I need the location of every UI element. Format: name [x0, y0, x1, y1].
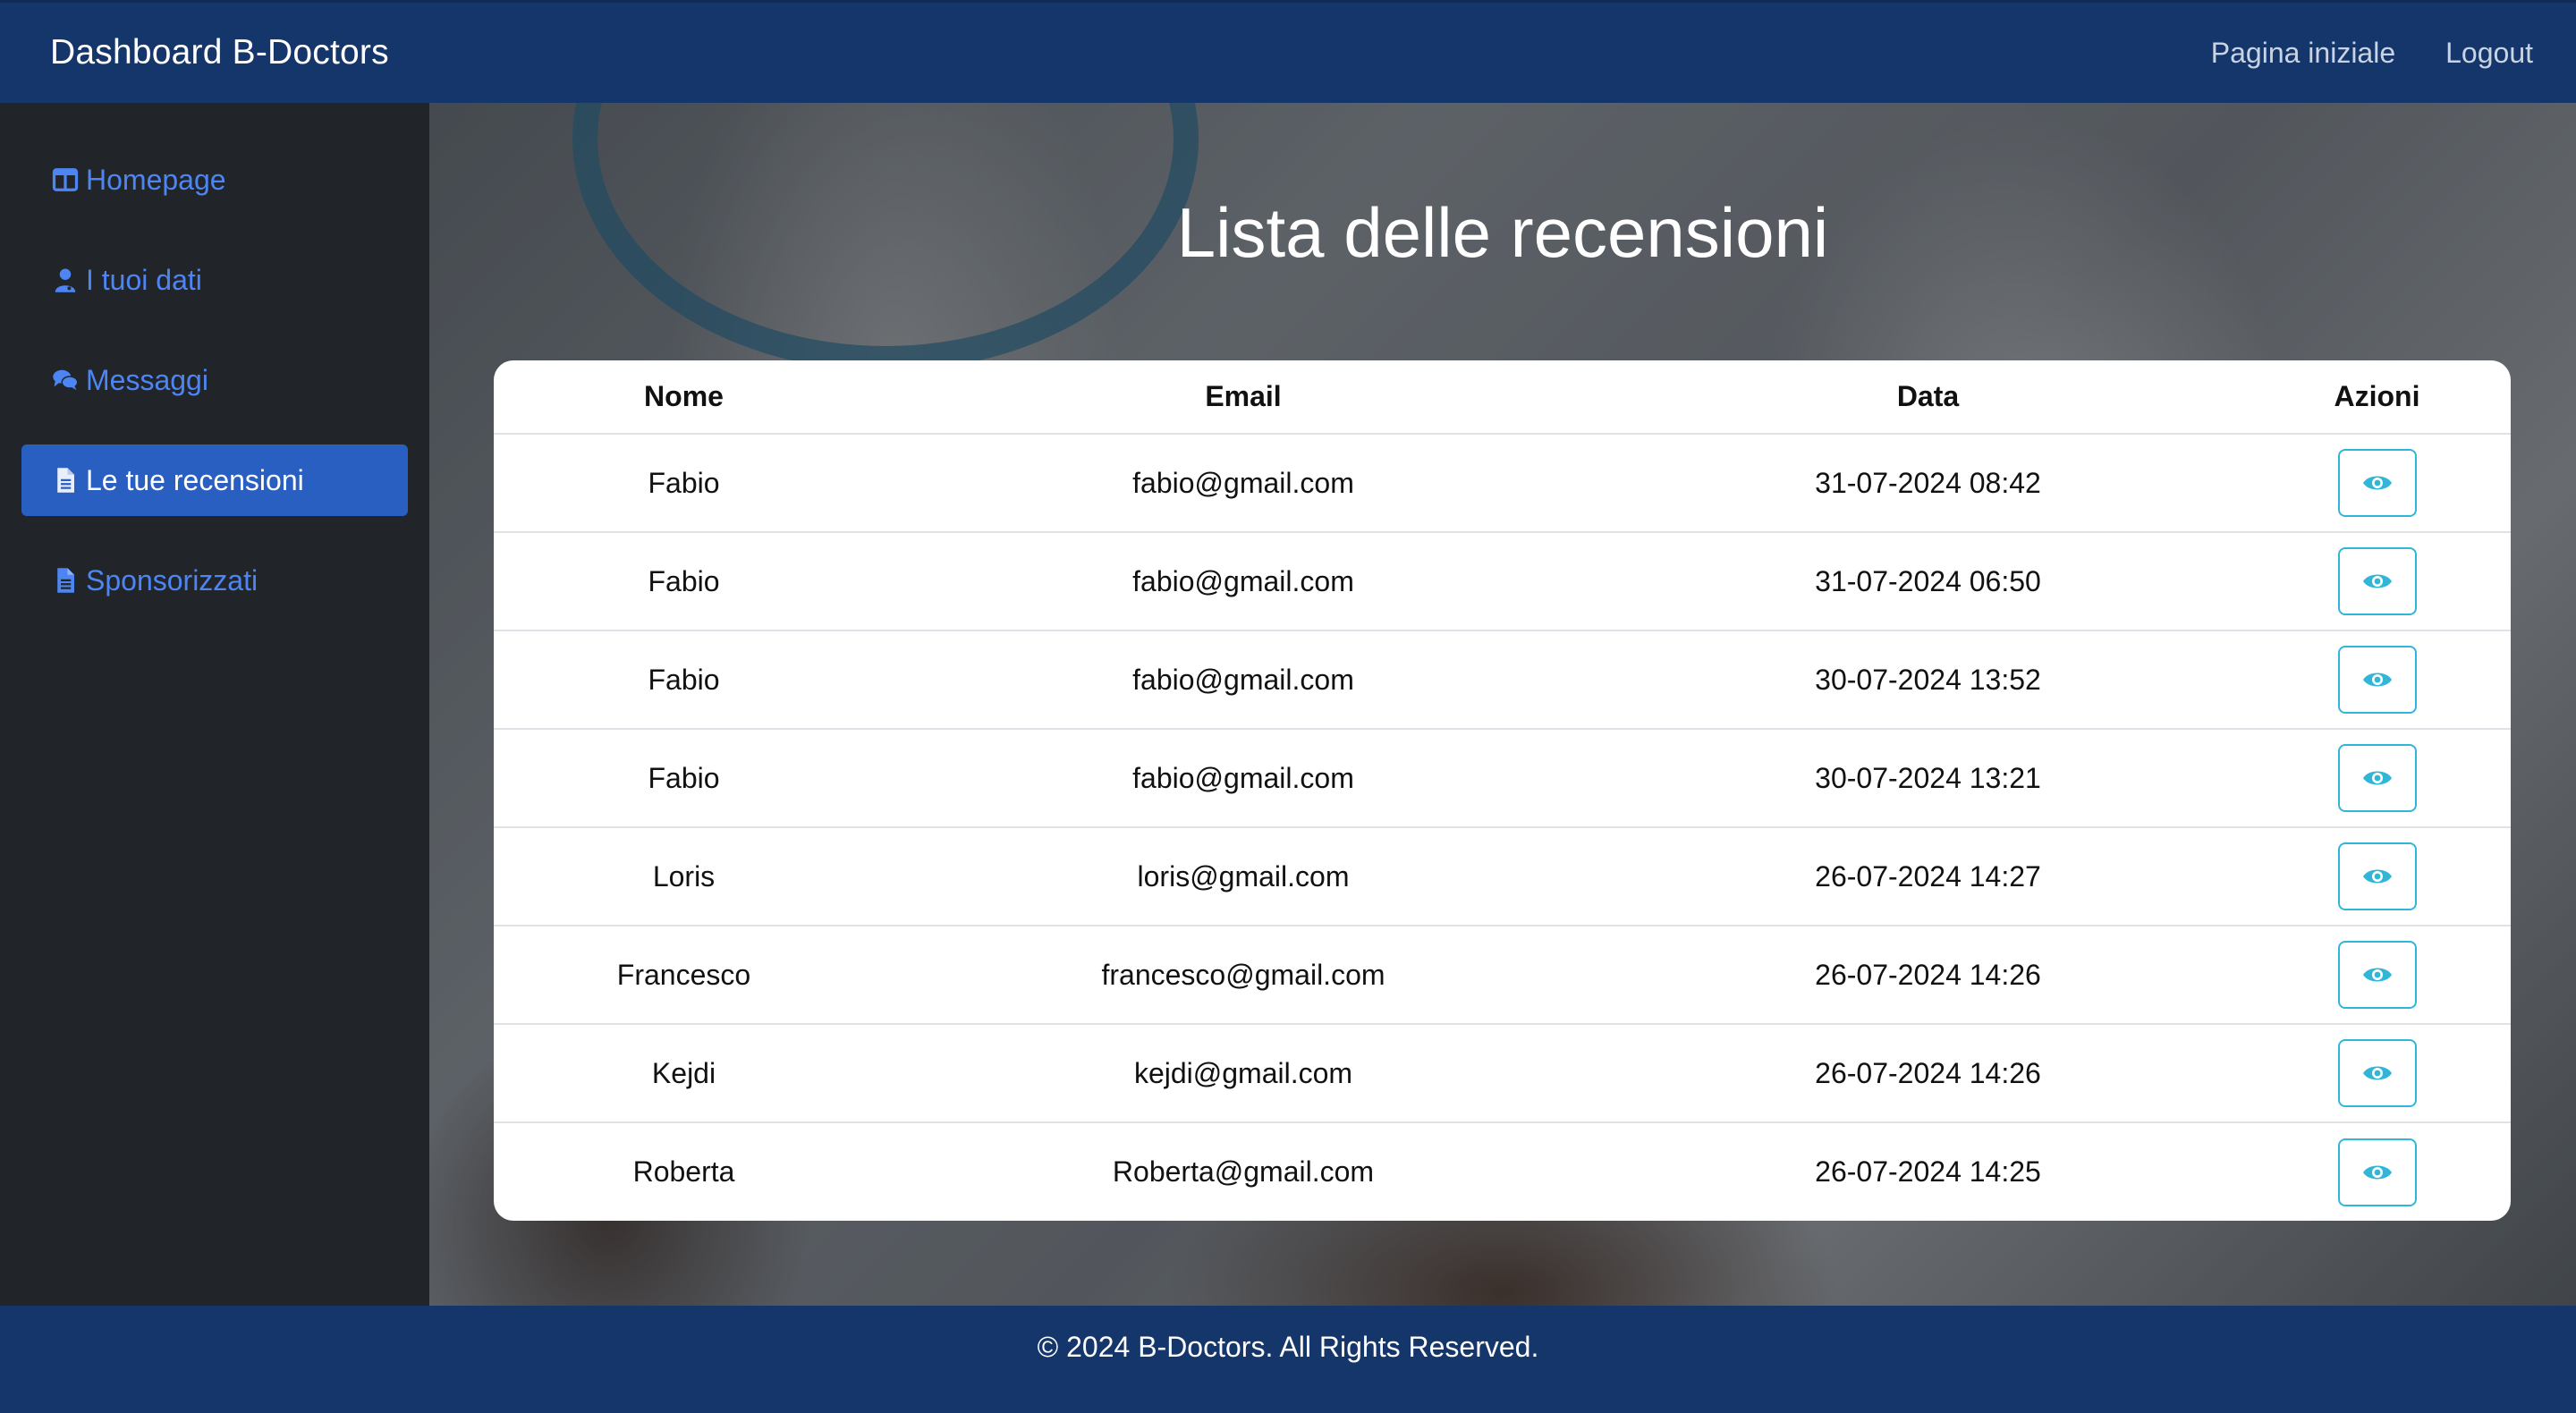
eye-icon — [2362, 1165, 2392, 1179]
sidebar-item-label: I tuoi dati — [86, 263, 202, 296]
file-icon — [50, 465, 80, 495]
footer: © 2024 B-Doctors. All Rights Reserved. — [0, 1306, 2576, 1413]
table-row: Fabio fabio@gmail.com 30-07-2024 13:52 — [494, 630, 2511, 730]
cell-data: 30-07-2024 13:52 — [1613, 630, 2243, 730]
cell-azioni — [2243, 926, 2511, 1025]
cell-data: 26-07-2024 14:26 — [1613, 1024, 2243, 1123]
cell-nome: Loris — [494, 827, 874, 926]
cell-nome: Fabio — [494, 729, 874, 828]
view-review-button[interactable] — [2337, 744, 2417, 812]
cell-email: fabio@gmail.com — [874, 532, 1613, 631]
cell-azioni — [2243, 729, 2511, 828]
cell-azioni — [2243, 827, 2511, 926]
sidebar-item-sponsorizzati[interactable]: Sponsorizzati — [21, 545, 408, 616]
reviews-table: Nome Email Data Azioni Fabio fabio@gmail… — [494, 360, 2511, 1221]
view-review-button[interactable] — [2337, 1039, 2417, 1107]
sidebar: Homepage I tuoi dati Messaggi Le tue rec… — [0, 103, 429, 1306]
table-row: Fabio fabio@gmail.com 31-07-2024 08:42 — [494, 434, 2511, 533]
column-header-data: Data — [1613, 360, 2243, 435]
view-review-button[interactable] — [2337, 547, 2417, 615]
cell-nome: Fabio — [494, 532, 874, 631]
cell-data: 30-07-2024 13:21 — [1613, 729, 2243, 828]
eye-icon — [2362, 1066, 2392, 1080]
columns-icon — [50, 165, 80, 195]
cell-azioni — [2243, 630, 2511, 730]
cell-nome: Francesco — [494, 926, 874, 1025]
view-review-button[interactable] — [2337, 646, 2417, 714]
table-row: Kejdi kejdi@gmail.com 26-07-2024 14:26 — [494, 1024, 2511, 1123]
cell-data: 26-07-2024 14:26 — [1613, 926, 2243, 1025]
sidebar-item-label: Le tue recensioni — [86, 463, 304, 496]
eye-icon — [2362, 968, 2392, 982]
cell-nome: Fabio — [494, 434, 874, 533]
column-header-nome: Nome — [494, 360, 874, 435]
brand-title[interactable]: Dashboard B-Doctors — [50, 33, 389, 72]
sidebar-item-le-tue-recensioni[interactable]: Le tue recensioni — [21, 444, 408, 516]
view-review-button[interactable] — [2337, 1138, 2417, 1206]
cell-data: 31-07-2024 06:50 — [1613, 532, 2243, 631]
top-navbar: Dashboard B-Doctors Pagina iniziale Logo… — [0, 0, 2576, 103]
cell-azioni — [2243, 434, 2511, 533]
column-header-azioni: Azioni — [2243, 360, 2511, 435]
cell-azioni — [2243, 532, 2511, 631]
cell-azioni — [2243, 1024, 2511, 1123]
sidebar-item-messaggi[interactable]: Messaggi — [21, 344, 408, 416]
table-header-row: Nome Email Data Azioni — [494, 360, 2511, 435]
cell-data: 26-07-2024 14:25 — [1815, 1155, 2041, 1188]
page-title: Lista delle recensioni — [1176, 193, 1829, 272]
sidebar-item-i-tuoi-dati[interactable]: I tuoi dati — [21, 244, 408, 316]
reviews-table-card: Nome Email Data Azioni Fabio fabio@gmail… — [494, 360, 2511, 1221]
navbar-links: Pagina iniziale Logout — [2161, 37, 2533, 70]
main-content: Lista delle recensioni Nome Email Data A… — [429, 103, 2576, 1306]
table-row: Loris loris@gmail.com 26-07-2024 14:27 — [494, 827, 2511, 926]
cell-azioni — [2243, 1122, 2511, 1221]
footer-copyright: © 2024 B-Doctors. All Rights Reserved. — [1037, 1330, 1539, 1363]
comments-icon — [50, 365, 80, 395]
sidebar-item-label: Messaggi — [86, 363, 208, 396]
file-icon — [50, 565, 80, 596]
cell-email: francesco@gmail.com — [874, 926, 1613, 1025]
cell-data: 31-07-2024 08:42 — [1613, 434, 2243, 533]
sidebar-item-homepage[interactable]: Homepage — [21, 144, 408, 216]
table-row: Fabio fabio@gmail.com 30-07-2024 13:21 — [494, 729, 2511, 828]
view-review-button[interactable] — [2337, 941, 2417, 1009]
nav-link-homepage[interactable]: Pagina iniziale — [2211, 37, 2395, 70]
eye-icon — [2362, 869, 2392, 884]
column-header-email: Email — [874, 360, 1613, 435]
cell-email: fabio@gmail.com — [874, 630, 1613, 730]
nav-link-logout[interactable]: Logout — [2445, 37, 2533, 70]
cell-email: kejdi@gmail.com — [874, 1024, 1613, 1123]
cell-data: 26-07-2024 14:27 — [1613, 827, 2243, 926]
table-row: Fabio fabio@gmail.com 31-07-2024 06:50 — [494, 532, 2511, 631]
sidebar-item-label: Sponsorizzati — [86, 563, 258, 597]
table-row: Francesco francesco@gmail.com 26-07-2024… — [494, 926, 2511, 1025]
cell-email: fabio@gmail.com — [874, 434, 1613, 533]
eye-icon — [2362, 476, 2392, 490]
eye-icon — [2362, 673, 2392, 687]
eye-icon — [2362, 771, 2392, 785]
table-row: Roberta Roberta@gmail.com 26-07-2024 14:… — [494, 1122, 2511, 1221]
cell-email: fabio@gmail.com — [874, 729, 1613, 828]
cell-nome: Roberta — [632, 1155, 735, 1188]
cell-nome: Kejdi — [494, 1024, 874, 1123]
view-review-button[interactable] — [2337, 449, 2417, 517]
eye-icon — [2362, 574, 2392, 588]
cell-email: loris@gmail.com — [874, 827, 1613, 926]
cell-nome: Fabio — [494, 630, 874, 730]
user-doctor-icon — [50, 265, 80, 295]
sidebar-item-label: Homepage — [86, 163, 226, 196]
cell-email: Roberta@gmail.com — [1112, 1155, 1375, 1188]
view-review-button[interactable] — [2337, 842, 2417, 910]
